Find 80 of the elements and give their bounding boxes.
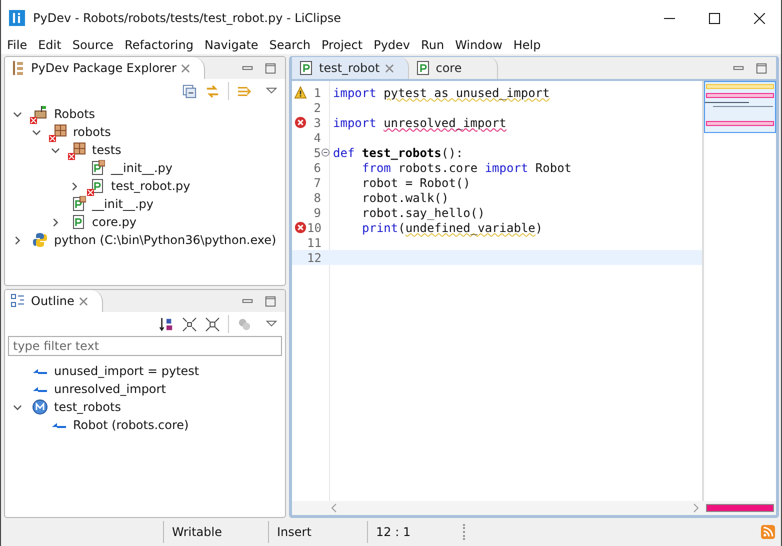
- menu-item[interactable]: Window: [455, 38, 502, 52]
- menu-item[interactable]: Edit: [38, 38, 62, 52]
- tree-item[interactable]: tests: [92, 143, 122, 157]
- menu-item[interactable]: Project: [322, 38, 363, 52]
- error-summary-bar: [706, 504, 774, 512]
- line-number: 4: [312, 130, 321, 144]
- outline-icon: [10, 293, 26, 309]
- status-field: Writable: [164, 521, 269, 543]
- view-title: PyDev Package Explorer: [31, 61, 176, 75]
- code-line: import pytest as unused_import: [333, 86, 550, 100]
- code-line: from robots.core import Robot: [362, 160, 572, 174]
- expand-icon[interactable]: [205, 316, 220, 332]
- python-file-icon: [89, 160, 105, 176]
- status-field: Insert: [269, 521, 368, 543]
- line-number: 10: [307, 220, 322, 234]
- code-line: robot.say_hello(): [362, 206, 485, 220]
- line-number: 8: [312, 190, 321, 204]
- code-line: import unresolved_import: [333, 116, 506, 130]
- app-logo-icon: [9, 10, 25, 26]
- tree-item[interactable]: __init__.py: [111, 161, 173, 175]
- close-icon[interactable]: [754, 12, 765, 24]
- sort-icon[interactable]: [159, 316, 174, 332]
- line-number: 6: [312, 160, 321, 174]
- code-line: def test_robots():: [333, 146, 464, 160]
- collapse-all-icon[interactable]: [182, 84, 197, 98]
- tree-item[interactable]: test_robot.py: [111, 179, 190, 193]
- status-field: 12 : 1: [368, 521, 463, 543]
- collapse-icon[interactable]: [182, 316, 197, 332]
- menu-item[interactable]: Help: [513, 38, 541, 52]
- menu-item[interactable]: Pydev: [374, 38, 410, 52]
- outline-item[interactable]: test_robots: [54, 400, 121, 414]
- menu-item[interactable]: Refactoring: [124, 38, 194, 52]
- tree-item[interactable]: __init__.py: [92, 197, 154, 211]
- line-number: 12: [307, 250, 322, 264]
- menu-item[interactable]: Run: [421, 38, 444, 52]
- menu-item[interactable]: File: [7, 38, 28, 52]
- python-file-icon: [70, 196, 86, 212]
- tree-item[interactable]: core.py: [92, 215, 137, 229]
- menu-item[interactable]: Search: [269, 38, 311, 52]
- code-line: print(undefined_variable): [362, 220, 543, 234]
- editor-tab[interactable]: core: [408, 57, 498, 79]
- filter-field[interactable]: type filter text: [8, 336, 282, 356]
- python-file-icon: [89, 178, 105, 194]
- error-icon: [294, 116, 307, 129]
- tree-item[interactable]: Robots: [54, 107, 96, 121]
- tree-item[interactable]: robots: [73, 125, 111, 139]
- window-title: PyDev - Robots/robots/tests/test_robot.py - LiClipse: [33, 11, 341, 25]
- editor-tab[interactable]: test_robot: [292, 57, 409, 79]
- line-number: 1: [312, 86, 321, 100]
- python-file-icon: [70, 214, 86, 230]
- warning-icon: [294, 86, 307, 99]
- python-file-icon: [414, 60, 431, 76]
- outline-item[interactable]: unused_import = pytest: [54, 364, 200, 378]
- menu-item[interactable]: Navigate: [204, 38, 258, 52]
- error-icon: [294, 221, 307, 234]
- outline-item[interactable]: unresolved_import: [54, 382, 166, 396]
- tree-item[interactable]: python (C:\bin\Python36\python.exe): [54, 233, 276, 247]
- line-number: 2: [312, 100, 321, 114]
- line-number: 9: [312, 206, 321, 220]
- code-line: robot.walk(): [362, 190, 449, 204]
- view-tab[interactable]: Outline: [5, 290, 104, 312]
- fold-icon[interactable]: [321, 148, 330, 157]
- scroll-right-icon[interactable]: [692, 503, 700, 513]
- view-menu-icon[interactable]: [266, 87, 277, 95]
- view-title: Outline: [31, 294, 74, 308]
- method-icon: [32, 399, 48, 415]
- code-line: robot = Robot(): [362, 176, 470, 190]
- line-number: 5: [312, 146, 321, 160]
- line-number: 3: [312, 116, 321, 130]
- maximize-icon[interactable]: [709, 12, 720, 24]
- view-tab[interactable]: PyDev Package Explorer: [5, 57, 206, 79]
- menu-item[interactable]: Source: [72, 38, 114, 52]
- package-explorer-icon: [10, 60, 26, 76]
- python-icon: [32, 232, 48, 248]
- view-menu-icon[interactable]: [266, 320, 277, 328]
- line-number: 11: [307, 236, 322, 250]
- scroll-left-icon[interactable]: [330, 503, 338, 513]
- python-file-icon: [298, 60, 314, 76]
- line-number: 7: [312, 176, 321, 190]
- outline-item[interactable]: Robot (robots.core): [73, 418, 189, 432]
